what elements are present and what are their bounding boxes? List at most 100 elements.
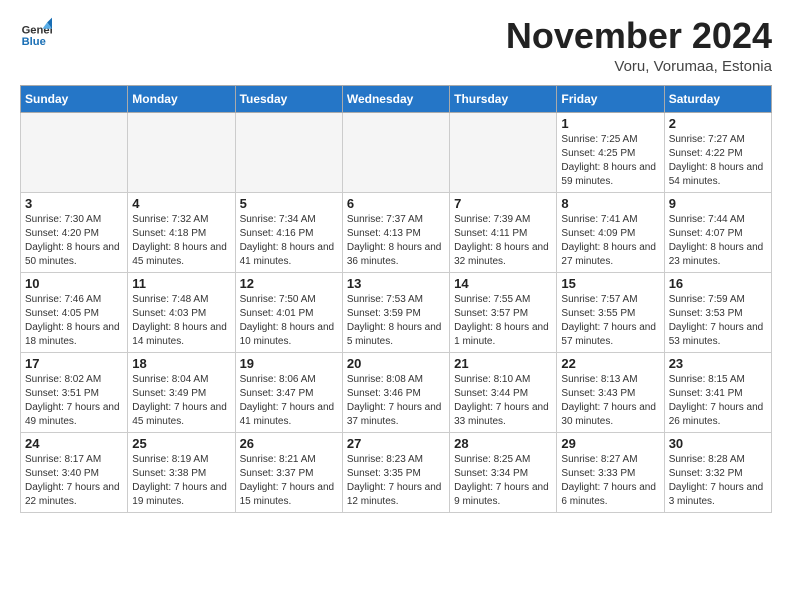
day-info: Sunrise: 7:39 AMSunset: 4:11 PMDaylight:… xyxy=(454,213,552,269)
day-info: Sunrise: 8:02 AMSunset: 3:51 PMDaylight:… xyxy=(25,373,123,429)
calendar-cell: 2Sunrise: 7:27 AMSunset: 4:22 PMDaylight… xyxy=(664,112,771,192)
calendar-cell: 29Sunrise: 8:27 AMSunset: 3:33 PMDayligh… xyxy=(557,432,664,512)
day-info: Sunrise: 8:13 AMSunset: 3:43 PMDaylight:… xyxy=(561,373,659,429)
svg-text:Blue: Blue xyxy=(22,36,46,48)
calendar-cell: 16 Sunrise: 7:59 AMSunset: 3:53 PMDayligh… xyxy=(664,272,771,352)
calendar-page: General Blue November 2024 Voru, Vorumaa… xyxy=(0,0,792,612)
day-number: 30 xyxy=(669,436,767,451)
day-info: Sunrise: 8:28 AMSunset: 3:32 PMDaylight:… xyxy=(669,453,767,509)
day-number: 9 xyxy=(669,196,767,211)
day-number: 10 xyxy=(25,276,123,291)
day-number: 6 xyxy=(347,196,445,211)
calendar-cell: 15 Sunrise: 7:57 AMSunset: 3:55 PMDayligh… xyxy=(557,272,664,352)
day-number: 17 xyxy=(25,356,123,371)
calendar-cell: 12Sunrise: 7:50 AMSunset: 4:01 PMDayligh… xyxy=(235,272,342,352)
day-info: Sunrise: 8:19 AMSunset: 3:38 PMDaylight:… xyxy=(132,453,230,509)
calendar-cell: 3Sunrise: 7:30 AMSunset: 4:20 PMDaylight… xyxy=(21,192,128,272)
calendar-cell: 19Sunrise: 8:06 AMSunset: 3:47 PMDayligh… xyxy=(235,352,342,432)
day-info: Sunrise: 7:55 AMSunset: 3:57 PMDaylight:… xyxy=(454,293,552,349)
weekday-header-wednesday: Wednesday xyxy=(342,85,449,112)
weekday-header-sunday: Sunday xyxy=(21,85,128,112)
calendar-cell xyxy=(21,112,128,192)
day-number: 8 xyxy=(561,196,659,211)
day-number: 28 xyxy=(454,436,552,451)
day-info: Sunrise: 7:37 AMSunset: 4:13 PMDaylight:… xyxy=(347,213,445,269)
logo: General Blue xyxy=(20,16,54,48)
calendar-week-1: 1 Sunrise: 7:25 AMSunset: 4:25 PMDaylight… xyxy=(21,112,772,192)
calendar-table: SundayMondayTuesdayWednesdayThursdayFrid… xyxy=(20,85,772,513)
weekday-header-saturday: Saturday xyxy=(664,85,771,112)
day-info: Sunrise: 7:59 AMSunset: 3:53 PMDaylight:… xyxy=(669,293,767,349)
calendar-cell: 8 Sunrise: 7:41 AMSunset: 4:09 PMDaylight… xyxy=(557,192,664,272)
calendar-week-2: 3Sunrise: 7:30 AMSunset: 4:20 PMDaylight… xyxy=(21,192,772,272)
calendar-cell: 5Sunrise: 7:34 AMSunset: 4:16 PMDaylight… xyxy=(235,192,342,272)
day-number: 5 xyxy=(240,196,338,211)
day-info: Sunrise: 7:25 AMSunset: 4:25 PMDaylight:… xyxy=(561,133,659,189)
day-number: 29 xyxy=(561,436,659,451)
day-number: 1 xyxy=(561,116,659,131)
calendar-header: SundayMondayTuesdayWednesdayThursdayFrid… xyxy=(21,85,772,112)
weekday-header-friday: Friday xyxy=(557,85,664,112)
day-info: Sunrise: 8:15 AMSunset: 3:41 PMDaylight:… xyxy=(669,373,767,429)
day-info: Sunrise: 8:04 AMSunset: 3:49 PMDaylight:… xyxy=(132,373,230,429)
calendar-cell xyxy=(235,112,342,192)
calendar-cell: 14 Sunrise: 7:55 AMSunset: 3:57 PMDayligh… xyxy=(450,272,557,352)
calendar-cell xyxy=(128,112,235,192)
calendar-cell xyxy=(342,112,449,192)
day-info: Sunrise: 8:06 AMSunset: 3:47 PMDaylight:… xyxy=(240,373,338,429)
day-number: 14 xyxy=(454,276,552,291)
day-number: 26 xyxy=(240,436,338,451)
calendar-body: 1 Sunrise: 7:25 AMSunset: 4:25 PMDaylight… xyxy=(21,112,772,512)
calendar-cell: 17 Sunrise: 8:02 AMSunset: 3:51 PMDayligh… xyxy=(21,352,128,432)
calendar-cell: 24 Sunrise: 8:17 AMSunset: 3:40 PMDayligh… xyxy=(21,432,128,512)
calendar-cell: 18 Sunrise: 8:04 AMSunset: 3:49 PMDayligh… xyxy=(128,352,235,432)
calendar-cell: 20Sunrise: 8:08 AMSunset: 3:46 PMDayligh… xyxy=(342,352,449,432)
day-info: Sunrise: 7:48 AMSunset: 4:03 PMDaylight:… xyxy=(132,293,230,349)
day-info: Sunrise: 7:53 AMSunset: 3:59 PMDaylight:… xyxy=(347,293,445,349)
month-title: November 2024 xyxy=(506,16,772,56)
weekday-header-row: SundayMondayTuesdayWednesdayThursdayFrid… xyxy=(21,85,772,112)
day-number: 16 xyxy=(669,276,767,291)
day-number: 21 xyxy=(454,356,552,371)
calendar-cell: 1 Sunrise: 7:25 AMSunset: 4:25 PMDaylight… xyxy=(557,112,664,192)
calendar-cell: 22 Sunrise: 8:13 AMSunset: 3:43 PMDayligh… xyxy=(557,352,664,432)
day-number: 3 xyxy=(25,196,123,211)
day-info: Sunrise: 8:17 AMSunset: 3:40 PMDaylight:… xyxy=(25,453,123,509)
day-number: 4 xyxy=(132,196,230,211)
weekday-header-tuesday: Tuesday xyxy=(235,85,342,112)
weekday-header-monday: Monday xyxy=(128,85,235,112)
calendar-cell: 9 Sunrise: 7:44 AMSunset: 4:07 PMDaylight… xyxy=(664,192,771,272)
day-info: Sunrise: 7:50 AMSunset: 4:01 PMDaylight:… xyxy=(240,293,338,349)
calendar-cell: 7 Sunrise: 7:39 AMSunset: 4:11 PMDaylight… xyxy=(450,192,557,272)
day-number: 18 xyxy=(132,356,230,371)
day-number: 15 xyxy=(561,276,659,291)
title-section: November 2024 Voru, Vorumaa, Estonia xyxy=(506,16,772,75)
logo-icon: General Blue xyxy=(20,16,52,48)
day-number: 22 xyxy=(561,356,659,371)
page-header: General Blue November 2024 Voru, Vorumaa… xyxy=(20,16,772,75)
calendar-cell: 10 Sunrise: 7:46 AMSunset: 4:05 PMDayligh… xyxy=(21,272,128,352)
day-info: Sunrise: 7:57 AMSunset: 3:55 PMDaylight:… xyxy=(561,293,659,349)
day-number: 25 xyxy=(132,436,230,451)
calendar-cell: 11Sunrise: 7:48 AMSunset: 4:03 PMDayligh… xyxy=(128,272,235,352)
day-info: Sunrise: 8:21 AMSunset: 3:37 PMDaylight:… xyxy=(240,453,338,509)
day-info: Sunrise: 7:32 AMSunset: 4:18 PMDaylight:… xyxy=(132,213,230,269)
calendar-cell: 4 Sunrise: 7:32 AMSunset: 4:18 PMDaylight… xyxy=(128,192,235,272)
day-info: Sunrise: 7:44 AMSunset: 4:07 PMDaylight:… xyxy=(669,213,767,269)
day-info: Sunrise: 8:10 AMSunset: 3:44 PMDaylight:… xyxy=(454,373,552,429)
day-info: Sunrise: 7:46 AMSunset: 4:05 PMDaylight:… xyxy=(25,293,123,349)
day-number: 7 xyxy=(454,196,552,211)
location-subtitle: Voru, Vorumaa, Estonia xyxy=(506,58,772,75)
day-number: 13 xyxy=(347,276,445,291)
calendar-week-5: 24 Sunrise: 8:17 AMSunset: 3:40 PMDayligh… xyxy=(21,432,772,512)
day-number: 24 xyxy=(25,436,123,451)
day-number: 20 xyxy=(347,356,445,371)
calendar-week-4: 17 Sunrise: 8:02 AMSunset: 3:51 PMDayligh… xyxy=(21,352,772,432)
calendar-cell: 6 Sunrise: 7:37 AMSunset: 4:13 PMDaylight… xyxy=(342,192,449,272)
day-info: Sunrise: 8:23 AMSunset: 3:35 PMDaylight:… xyxy=(347,453,445,509)
calendar-week-3: 10 Sunrise: 7:46 AMSunset: 4:05 PMDayligh… xyxy=(21,272,772,352)
calendar-cell: 26 Sunrise: 8:21 AMSunset: 3:37 PMDayligh… xyxy=(235,432,342,512)
day-info: Sunrise: 8:25 AMSunset: 3:34 PMDaylight:… xyxy=(454,453,552,509)
day-info: Sunrise: 7:41 AMSunset: 4:09 PMDaylight:… xyxy=(561,213,659,269)
calendar-cell: 28 Sunrise: 8:25 AMSunset: 3:34 PMDayligh… xyxy=(450,432,557,512)
